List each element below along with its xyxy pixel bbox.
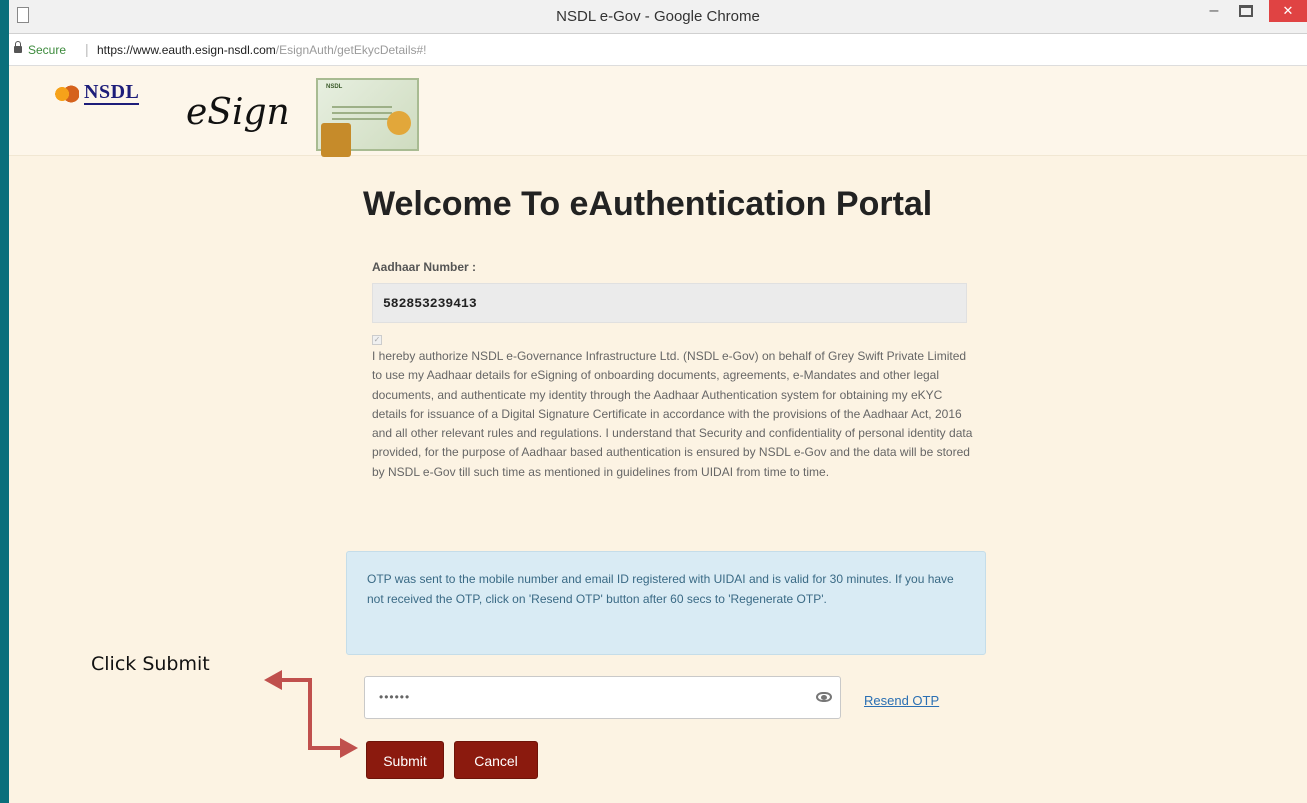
cancel-button[interactable]: Cancel — [454, 741, 538, 779]
annotation-label: Click Submit — [91, 653, 210, 675]
window-titlebar: NSDL e-Gov - Google Chrome – ✕ — [9, 0, 1307, 34]
page-header: NSDL eSign NSDL — [9, 66, 1307, 157]
consent-text: I hereby authorize NSDL e-Governance Inf… — [372, 349, 973, 479]
close-icon[interactable]: ✕ — [1269, 0, 1307, 22]
resend-otp-link[interactable]: Resend OTP — [864, 693, 939, 708]
padlock-icon — [321, 123, 351, 157]
certificate-seal-icon — [387, 111, 411, 135]
consent-checkbox[interactable]: ✓ — [372, 335, 382, 345]
otp-info-alert: OTP was sent to the mobile number and em… — [346, 551, 986, 655]
secure-label: Secure — [28, 43, 67, 57]
nsdl-logo-text: NSDL — [84, 81, 140, 105]
nsdl-logo: NSDL — [53, 81, 140, 111]
certificate-image: NSDL — [316, 78, 419, 157]
certificate-lines — [332, 106, 392, 108]
address-bar[interactable]: Secure | https://www.eauth.esign-nsdl.co… — [9, 34, 1307, 66]
url-path: /EsignAuth/getEkycDetails#! — [275, 43, 427, 57]
lock-icon — [14, 41, 22, 53]
minimize-icon[interactable]: – — [1207, 3, 1221, 20]
address-separator: | — [85, 41, 89, 57]
nsdl-logo-mark-icon — [53, 84, 79, 104]
certificate-title: NSDL — [326, 84, 343, 90]
otp-input[interactable]: •••••• — [364, 676, 841, 719]
window-frame — [0, 0, 9, 803]
aadhaar-number-field: 582853239413 — [372, 283, 967, 323]
eye-icon[interactable] — [816, 692, 832, 702]
aadhaar-label: Aadhaar Number : — [372, 260, 477, 274]
url-host: https://www.eauth.esign-nsdl.com — [97, 43, 276, 57]
esign-logo: eSign — [186, 92, 290, 133]
submit-button[interactable]: Submit — [366, 741, 444, 779]
maximize-icon[interactable] — [1239, 5, 1253, 17]
window-title: NSDL e-Gov - Google Chrome — [556, 8, 760, 25]
url-text[interactable]: https://www.eauth.esign-nsdl.com/EsignAu… — [97, 43, 427, 57]
page-content: NSDL eSign NSDL Welcome To eAuthenticati… — [9, 66, 1307, 803]
page-title: Welcome To eAuthentication Portal — [363, 185, 933, 223]
